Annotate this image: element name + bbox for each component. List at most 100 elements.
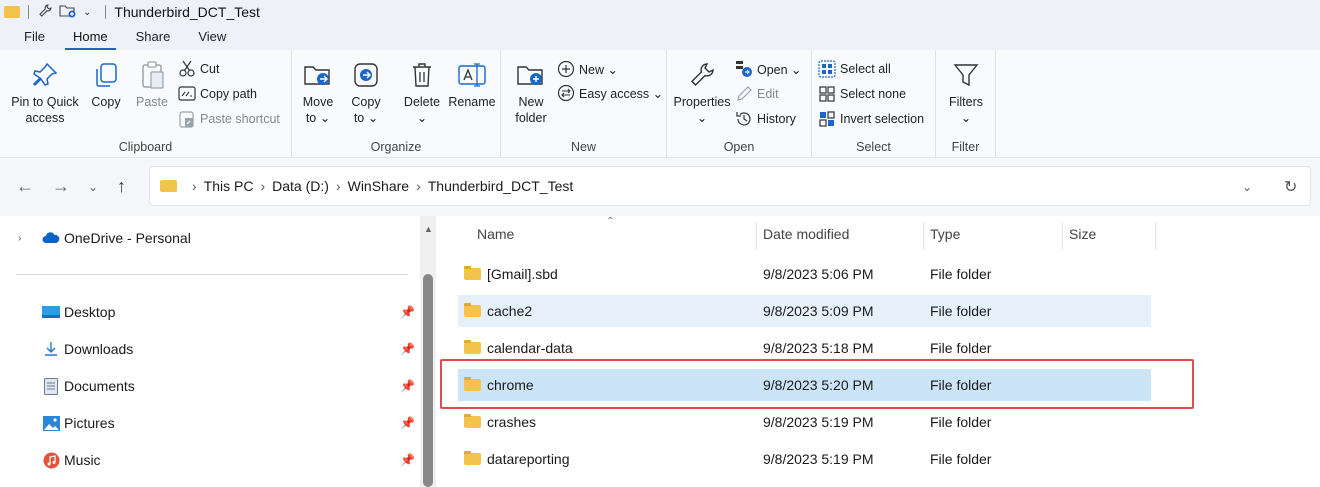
file-name: chrome <box>487 377 534 393</box>
column-divider[interactable] <box>1062 222 1063 250</box>
new-folder-button[interactable]: New folder <box>509 58 553 126</box>
pin-icon[interactable]: 📌 <box>400 379 415 393</box>
expand-chevron-icon[interactable]: › <box>18 233 36 244</box>
copy-path-button[interactable]: Copy path <box>178 83 257 105</box>
easy-access-button[interactable]: Easy access ⌄ <box>557 82 663 104</box>
column-header-type[interactable]: Type <box>930 226 960 242</box>
properties-quick-icon[interactable] <box>37 3 53 22</box>
file-name: cache2 <box>487 303 533 319</box>
new-item-button[interactable]: New ⌄ <box>557 58 618 80</box>
pin-icon[interactable]: 📌 <box>400 453 415 467</box>
copy-to-button[interactable]: Copy to ⌄ <box>346 58 386 126</box>
nav-item-downloads[interactable]: Downloads 📌 <box>0 334 420 364</box>
column-divider[interactable] <box>756 222 757 250</box>
move-to-button[interactable]: Move to ⌄ <box>298 58 338 126</box>
folder-icon <box>464 303 481 317</box>
nav-item-onedrive[interactable]: › OneDrive - Personal <box>0 223 420 253</box>
history-button[interactable]: History <box>735 108 796 130</box>
back-arrow-icon[interactable]: ← <box>16 176 34 197</box>
scroll-up-arrow-icon[interactable]: ▲ <box>424 224 433 234</box>
nav-item-desktop[interactable]: Desktop 📌 <box>0 297 420 327</box>
rename-button[interactable]: Rename <box>448 58 496 110</box>
title-bar: ⌄ Thunderbird_DCT_Test <box>0 0 1320 24</box>
new-folder-quick-icon[interactable] <box>59 3 77 22</box>
open-button[interactable]: Open ⌄ <box>735 58 802 80</box>
pin-icon[interactable]: 📌 <box>400 342 415 356</box>
paste-button[interactable]: Paste <box>132 58 172 110</box>
address-bar[interactable]: › This PC › Data (D:) › WinShare › Thund… <box>149 166 1311 206</box>
column-header-name[interactable]: Name <box>477 226 514 242</box>
pin-icon[interactable]: 📌 <box>400 416 415 430</box>
paste-shortcut-label: Paste shortcut <box>200 112 280 126</box>
rename-icon <box>448 58 496 92</box>
column-divider[interactable] <box>923 222 924 250</box>
copy-path-icon <box>178 85 196 103</box>
nav-item-pictures[interactable]: Pictures 📌 <box>0 408 420 438</box>
recent-locations-chevron-icon[interactable]: ⌄ <box>88 180 98 194</box>
filters-button[interactable]: Filters ⌄ <box>942 58 990 126</box>
table-row[interactable]: datareporting 9/8/2023 5:19 PM File fold… <box>458 443 1151 475</box>
breadcrumb-current-folder[interactable]: Thunderbird_DCT_Test <box>428 178 574 194</box>
tab-home[interactable]: Home <box>59 24 122 50</box>
select-all-button[interactable]: Select all <box>818 58 891 80</box>
breadcrumb-this-pc[interactable]: This PC <box>204 178 254 194</box>
select-all-icon <box>818 60 836 78</box>
copy-to-label-line1: Copy <box>351 95 381 109</box>
cut-button[interactable]: Cut <box>178 58 219 80</box>
pin-icon <box>6 58 84 92</box>
invert-selection-button[interactable]: Invert selection <box>818 108 924 130</box>
group-label: New <box>570 140 596 154</box>
easy-access-icon <box>557 84 575 102</box>
properties-button[interactable]: Properties ⌄ <box>671 58 733 126</box>
tab-file[interactable]: File <box>0 24 59 50</box>
delete-button[interactable]: Delete ⌄ <box>400 58 444 126</box>
funnel-icon <box>942 58 990 92</box>
pin-to-quick-access-button[interactable]: Pin to Quick access <box>6 58 84 126</box>
new-folder-label-line1: New <box>518 95 544 109</box>
nav-item-label: Music <box>64 452 101 468</box>
table-row[interactable]: [Gmail].sbd 9/8/2023 5:06 PM File folder <box>458 258 1151 290</box>
pencil-icon <box>735 85 753 103</box>
group-label: Filter <box>951 140 980 154</box>
select-none-label: Select none <box>840 87 907 101</box>
up-arrow-icon[interactable]: ↑ <box>117 176 126 197</box>
breadcrumb-winshare[interactable]: WinShare <box>348 178 409 194</box>
table-row[interactable]: cache2 9/8/2023 5:09 PM File folder <box>458 295 1151 327</box>
column-header-size[interactable]: Size <box>1069 226 1096 242</box>
filter-group: Filters ⌄ Filter <box>936 50 996 158</box>
table-row[interactable]: calendar-data 9/8/2023 5:18 PM File fold… <box>458 332 1151 364</box>
tab-view[interactable]: View <box>184 24 240 50</box>
move-to-label-line2: to ⌄ <box>305 111 331 125</box>
nav-item-label: Downloads <box>64 341 134 357</box>
address-history-chevron-icon[interactable]: ⌄ <box>1242 167 1252 207</box>
tab-share[interactable]: Share <box>122 24 185 50</box>
refresh-icon[interactable]: ↻ <box>1284 167 1297 207</box>
chevron-down-icon[interactable]: ⌄ <box>83 7 91 18</box>
select-none-button[interactable]: Select none <box>818 83 906 105</box>
paste-shortcut-button[interactable]: Paste shortcut <box>178 108 280 130</box>
table-row[interactable]: crashes 9/8/2023 5:19 PM File folder <box>458 406 1151 438</box>
sort-caret-icon: ⌃ <box>606 216 615 227</box>
copy-to-icon <box>346 58 386 92</box>
table-row[interactable]: chrome 9/8/2023 5:20 PM File folder <box>458 369 1151 401</box>
breadcrumb-data-d[interactable]: Data (D:) <box>272 178 329 194</box>
column-header-date-modified[interactable]: Date modified <box>763 226 849 242</box>
scrollbar-thumb[interactable] <box>423 274 433 487</box>
nav-scrollbar[interactable]: ▲ <box>420 216 436 487</box>
nav-item-music[interactable]: Music 📌 <box>0 445 420 475</box>
copy-button[interactable]: Copy <box>86 58 126 110</box>
downloads-icon <box>42 341 60 357</box>
file-date: 9/8/2023 5:09 PM <box>763 303 874 319</box>
file-date: 9/8/2023 5:06 PM <box>763 266 874 282</box>
music-icon <box>42 452 60 468</box>
open-group: Properties ⌄ Open ⌄ Edit History Open <box>667 50 812 158</box>
nav-item-documents[interactable]: Documents 📌 <box>0 371 420 401</box>
paste-shortcut-icon <box>178 110 196 128</box>
forward-arrow-icon[interactable]: → <box>52 176 70 197</box>
column-divider[interactable] <box>1155 222 1156 250</box>
nav-item-label: Documents <box>64 378 135 394</box>
edit-button[interactable]: Edit <box>735 83 779 105</box>
pin-icon[interactable]: 📌 <box>400 305 415 319</box>
folder-icon <box>464 340 481 354</box>
plus-circle-icon <box>557 60 575 78</box>
